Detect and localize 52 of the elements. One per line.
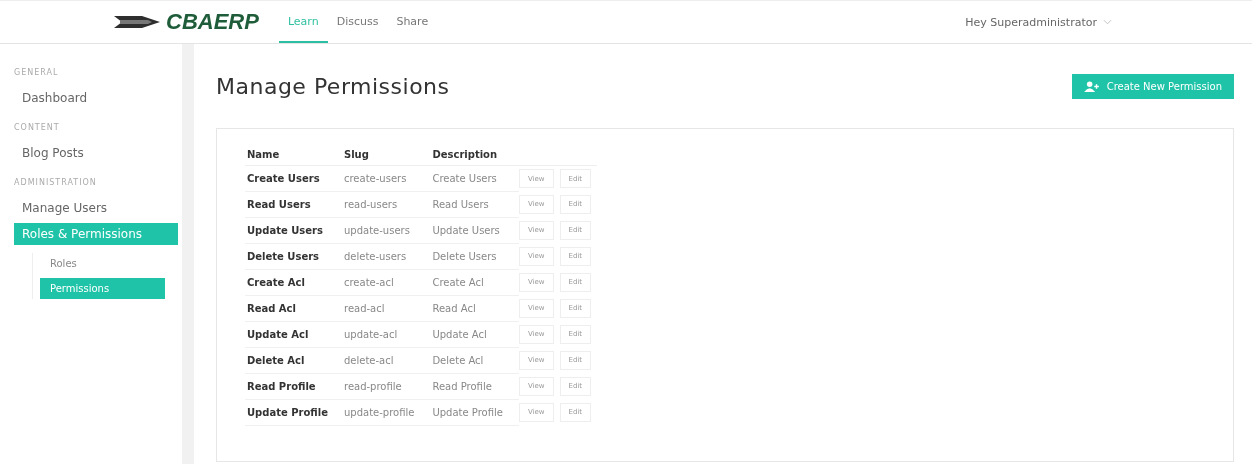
table-cell: Create Users — [245, 165, 342, 192]
table-cell: delete-users — [342, 243, 431, 270]
table-cell: Update Profile — [245, 399, 342, 426]
table-cell: Create Acl — [245, 269, 342, 296]
brand-name: CBAERP — [166, 9, 259, 35]
table-cell: update-acl — [342, 321, 431, 348]
page-title: Manage Permissions — [216, 73, 450, 99]
table-cell: Delete Users — [245, 243, 342, 270]
column-header: Description — [430, 145, 519, 166]
table-cell: Delete Acl — [430, 347, 519, 374]
table-cell: Update Acl — [430, 321, 519, 348]
table-cell: create-acl — [342, 269, 431, 296]
user-menu[interactable]: Hey Superadministrator — [965, 15, 1112, 29]
table-cell: Read Profile — [430, 373, 519, 400]
caret-icon — [1103, 19, 1112, 25]
sidebar-heading: GENERAL — [14, 68, 60, 77]
table-cell: create-users — [342, 165, 431, 192]
sidebar-item[interactable]: Dashboard — [14, 87, 178, 109]
table-cell: update-profile — [342, 399, 431, 426]
sidebar-item[interactable]: Blog Posts — [14, 142, 178, 164]
table-cell: Read Users — [245, 191, 342, 218]
table-cell: Read Users — [430, 191, 519, 218]
sidebar-subitem[interactable]: Permissions — [40, 278, 165, 299]
sidebar-item[interactable]: Manage Users — [14, 197, 178, 219]
sidebar-heading: CONTENT — [14, 123, 61, 132]
table-cell: read-profile — [342, 373, 431, 400]
table-cell: Delete Users — [430, 243, 519, 270]
scrollbar[interactable] — [182, 44, 194, 464]
table-cell: read-acl — [342, 295, 431, 322]
table-cell: Update Profile — [430, 399, 519, 426]
table-cell: Delete Acl — [245, 347, 342, 374]
table-cell: delete-acl — [342, 347, 431, 374]
sidebar-subitem[interactable]: Roles — [40, 253, 180, 274]
table-cell: Update Users — [245, 217, 342, 244]
table-cell: Read Acl — [245, 295, 342, 322]
column-header: Name — [245, 145, 342, 166]
sidebar-heading: ADMINISTRATION — [14, 178, 98, 187]
table-cell: update-users — [342, 217, 431, 244]
column-header: Slug — [342, 145, 431, 166]
nav-tab[interactable]: Learn — [278, 1, 328, 43]
table-cell: Create Acl — [430, 269, 519, 296]
table-cell: Create Users — [430, 165, 519, 192]
nav-tab[interactable]: Share — [387, 1, 438, 43]
create-permission-button[interactable]: Create New Permission — [1071, 73, 1234, 99]
table-cell: Read Acl — [430, 295, 519, 322]
nav-tab[interactable]: Discuss — [327, 1, 388, 43]
user-plus-icon — [1083, 80, 1099, 92]
table-cell: Read Profile — [245, 373, 342, 400]
sidebar-item[interactable]: Roles & Permissions — [14, 223, 178, 245]
table-cell: Update Users — [430, 217, 519, 244]
table-cell: Update Acl — [245, 321, 342, 348]
table-cell: read-users — [342, 191, 431, 218]
